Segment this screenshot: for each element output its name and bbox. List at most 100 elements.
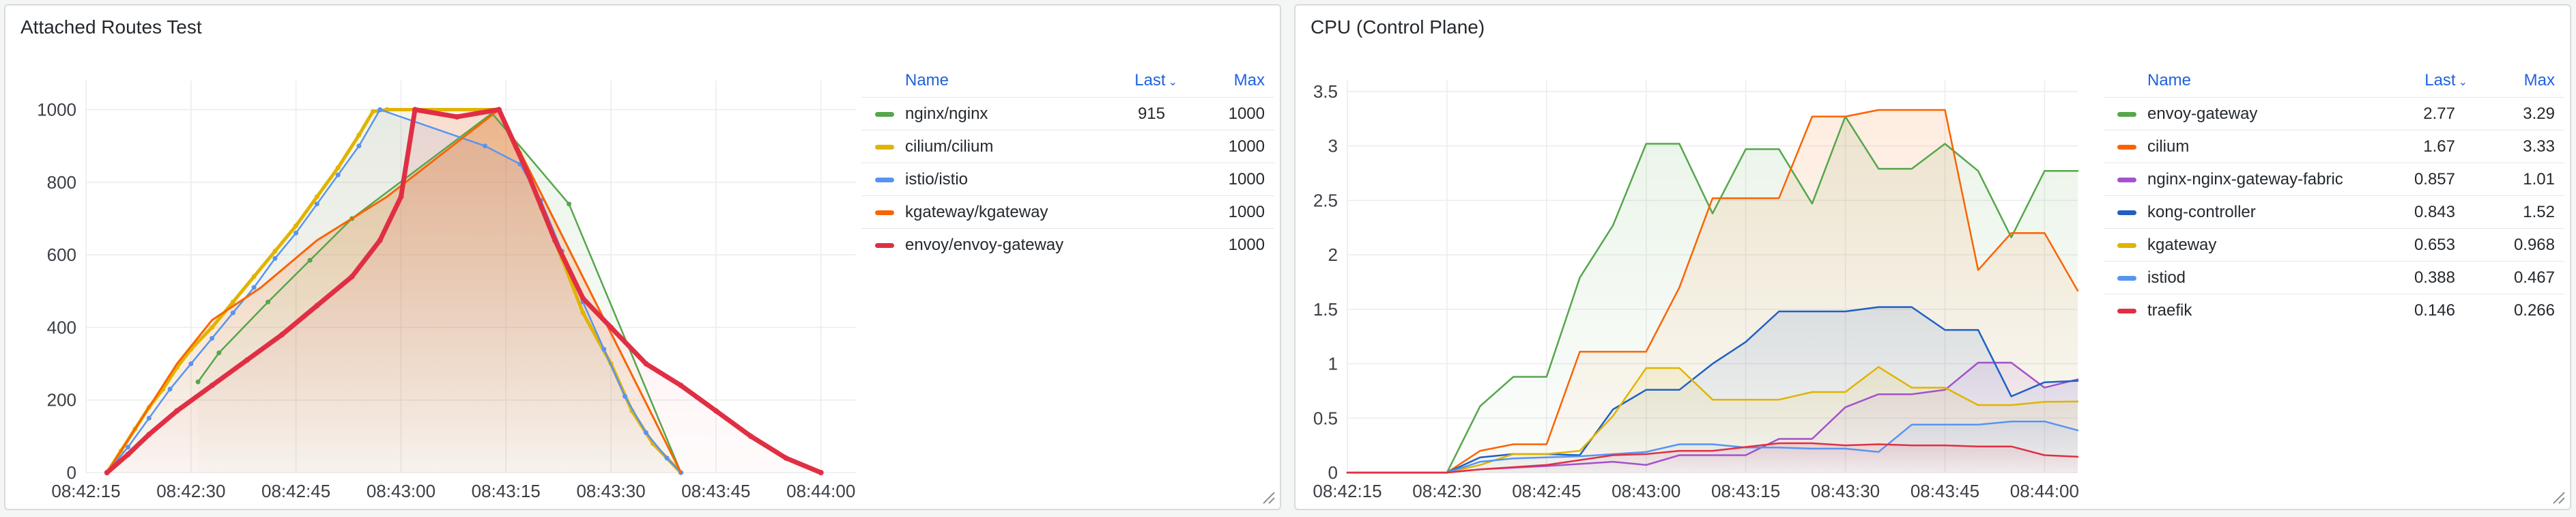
x-tick-label: 08:42:30 xyxy=(156,481,225,501)
resize-handle-icon[interactable] xyxy=(2549,488,2566,505)
y-tick-label: 200 xyxy=(47,390,76,410)
legend-row[interactable]: istio/istio 1000 xyxy=(861,163,1274,195)
data-point xyxy=(580,310,586,316)
legend-max-value: 1000 xyxy=(1228,137,1265,156)
data-point xyxy=(601,346,607,352)
data-point xyxy=(335,172,341,178)
legend-row[interactable]: nginx-nginx-gateway-fabric 0.857 1.01 xyxy=(2104,163,2564,195)
legend-header-max[interactable]: Max xyxy=(2487,64,2555,97)
data-point xyxy=(524,168,530,174)
legend-row[interactable]: cilium/cilium 1000 xyxy=(861,130,1274,163)
legend-last-value: 0.388 xyxy=(2414,268,2455,287)
data-point xyxy=(126,445,130,450)
y-tick-label: 3.5 xyxy=(1313,81,1338,102)
legend-last-value: 0.857 xyxy=(2414,170,2455,188)
legend-header: Name Last ⌄ Max xyxy=(861,64,1274,97)
data-point xyxy=(104,470,110,475)
series-color-swatch xyxy=(875,243,894,248)
resize-handle-icon[interactable] xyxy=(1259,488,1276,505)
legend-series-name[interactable]: traefik xyxy=(2147,294,2192,327)
data-point xyxy=(210,335,215,341)
legend-row[interactable]: traefik 0.146 0.266 xyxy=(2104,294,2564,326)
data-point xyxy=(818,470,824,475)
legend-table: Name Last ⌄ Max nginx/nginx 915 1000 cilium/… xyxy=(861,64,1274,261)
series-color-swatch xyxy=(2117,145,2136,150)
chevron-down-icon: ⌄ xyxy=(2458,76,2467,88)
dashboard: Attached Routes Test 0 200 400 600 800 1000 08… xyxy=(0,0,2576,517)
legend-series-name[interactable]: nginx/nginx xyxy=(905,98,988,130)
legend-series-name[interactable]: nginx-nginx-gateway-fabric xyxy=(2147,163,2343,196)
y-tick-label: 800 xyxy=(47,172,76,193)
legend-series-name[interactable]: cilium xyxy=(2147,130,2189,163)
legend-series-name[interactable]: kong-controller xyxy=(2147,196,2256,229)
panel-cpu-control-plane[interactable]: CPU (Control Plane) 0 0.5 1 1.5 2 2.5 3 3.5 08:4… xyxy=(1294,4,2571,510)
legend-series-name[interactable]: kgateway xyxy=(2147,229,2216,262)
data-point xyxy=(279,332,285,337)
x-tick-label: 08:43:00 xyxy=(367,481,435,501)
y-tick-label: 400 xyxy=(47,317,76,337)
legend-row[interactable]: envoy/envoy-gateway 1000 xyxy=(861,228,1274,261)
x-tick-label: 08:43:15 xyxy=(1711,481,1780,501)
data-point xyxy=(783,455,789,461)
legend-series-name[interactable]: istiod xyxy=(2147,262,2186,294)
data-point xyxy=(643,430,648,435)
legend-series-name[interactable]: envoy/envoy-gateway xyxy=(905,229,1063,262)
x-tick-label: 08:43:15 xyxy=(472,481,541,501)
y-tick-label: 2.5 xyxy=(1313,190,1338,210)
legend-series-name[interactable]: kgateway/kgateway xyxy=(905,196,1048,229)
legend-row[interactable]: kgateway 0.653 0.968 xyxy=(2104,228,2564,261)
series-color-swatch xyxy=(2117,309,2136,313)
legend-row[interactable]: istiod 0.388 0.467 xyxy=(2104,261,2564,294)
legend-max-value: 3.29 xyxy=(2523,104,2555,123)
legend-header: Name Last ⌄ Max xyxy=(2104,64,2564,97)
data-point xyxy=(748,433,754,439)
legend-header-name[interactable]: Name xyxy=(905,64,949,97)
data-point xyxy=(210,324,215,330)
data-point xyxy=(454,114,460,120)
data-point xyxy=(146,415,152,421)
x-tick-label: 08:43:45 xyxy=(681,481,750,501)
x-tick-label: 08:44:00 xyxy=(2010,481,2079,501)
legend-max-value: 3.33 xyxy=(2523,137,2555,156)
x-tick-label: 08:42:15 xyxy=(1313,481,1382,501)
legend-series-name[interactable]: cilium/cilium xyxy=(905,130,993,163)
legend-max-value: 0.467 xyxy=(2513,268,2555,287)
legend-series-name[interactable]: istio/istio xyxy=(905,163,968,196)
data-point xyxy=(209,382,215,389)
data-point xyxy=(398,194,404,200)
legend-max-value: 1000 xyxy=(1228,203,1265,221)
data-point xyxy=(272,249,278,254)
panel-attached-routes[interactable]: Attached Routes Test 0 200 400 600 800 1000 08… xyxy=(4,4,1281,510)
x-tick-label: 08:43:00 xyxy=(1612,481,1680,501)
legend-series-name[interactable]: envoy-gateway xyxy=(2147,98,2257,130)
x-tick-label: 08:43:30 xyxy=(576,481,645,501)
legend-max-value: 0.266 xyxy=(2513,301,2555,320)
legend-row[interactable]: cilium 1.67 3.33 xyxy=(2104,130,2564,163)
x-tick-label: 08:42:45 xyxy=(1512,481,1581,501)
legend-row[interactable]: nginx/nginx 915 1000 xyxy=(861,97,1274,130)
series-color-swatch xyxy=(2117,112,2136,117)
y-tick-label: 0.5 xyxy=(1313,408,1338,428)
data-point xyxy=(314,201,319,207)
y-tick-label: 2 xyxy=(1328,244,1338,265)
legend-rows: nginx/nginx 915 1000 cilium/cilium 1000 istio… xyxy=(861,97,1274,261)
legend-header-max[interactable]: Max xyxy=(1197,64,1265,97)
legend-row[interactable]: envoy-gateway 2.77 3.29 xyxy=(2104,97,2564,130)
data-point xyxy=(294,230,299,236)
data-point xyxy=(349,274,355,279)
legend-max-value: 1000 xyxy=(1228,236,1265,254)
legend-header-last[interactable]: Last ⌄ xyxy=(1096,64,1177,99)
data-point xyxy=(567,201,572,207)
data-point xyxy=(377,107,383,112)
legend-header-name[interactable]: Name xyxy=(2147,64,2191,97)
legend-row[interactable]: kgateway/kgateway 1000 xyxy=(861,195,1274,228)
legend-max-value: 1.52 xyxy=(2523,203,2555,221)
data-point xyxy=(608,324,614,331)
data-point xyxy=(678,382,684,389)
legend-header-last[interactable]: Last ⌄ xyxy=(2386,64,2467,99)
legend-row[interactable]: kong-controller 0.843 1.52 xyxy=(2104,195,2564,228)
data-point xyxy=(377,237,383,243)
data-point xyxy=(314,194,319,199)
legend-max-value: 1000 xyxy=(1228,170,1265,188)
data-point xyxy=(251,274,257,279)
